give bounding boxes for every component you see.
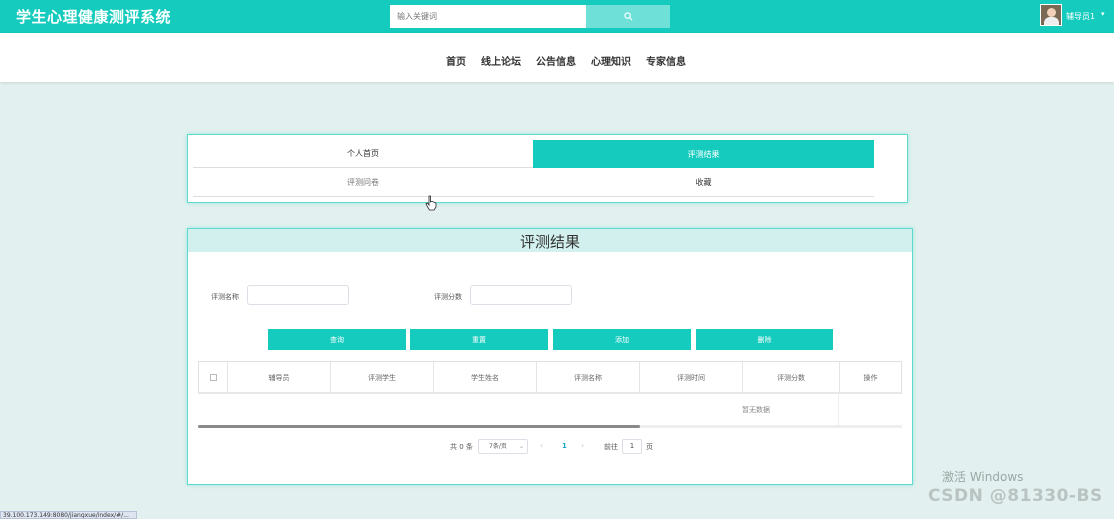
col-header-score[interactable]: 评测分数 [743,362,840,393]
col-header-actions: 操作 [863,373,878,382]
page-size-select[interactable]: 7条/页 ⌄ [478,439,528,454]
page-size-value: 7条/页 [489,443,507,450]
select-all-checkbox[interactable] [209,374,217,381]
filter-name-input[interactable] [247,285,349,305]
hand-cursor-icon [425,195,437,211]
avatar-body [1044,17,1059,25]
search-button[interactable] [586,5,670,28]
tab-favorites[interactable]: 收藏 [533,168,874,197]
nav-item-home[interactable]: 首页 [446,53,466,68]
filter-score-input[interactable] [470,285,572,305]
panel-header: 评测结果 [188,229,912,252]
col-header-student-name[interactable]: 学生姓名 [434,362,537,393]
panel-title: 评测结果 [519,233,580,251]
csdn-watermark: CSDN @81330-BS [928,486,1103,506]
center-tabs-card: 个人首页 评测结果 评测问卷 收藏 [187,134,908,203]
table-header-row: 辅导员 评测学生 学生姓名 评测名称 评测时间 评测分数 操作 [198,361,902,394]
nav-item-knowledge[interactable]: 心理知识 [591,53,631,68]
scrollbar-thumb[interactable] [198,425,640,428]
nav-item-announcements[interactable]: 公告信息 [536,53,576,68]
select-all-cell [199,362,228,393]
search-input[interactable] [390,5,586,28]
reset-button[interactable]: 重置 [410,329,548,350]
goto-label: 前往 [604,443,618,451]
results-panel: 评测结果 评测名称 评测分数 查询 重置 添加 删除 辅导员 评测学生 学生姓名… [187,228,913,485]
goto-unit: 页 [646,443,653,451]
tab-results[interactable]: 评测结果 [533,140,874,168]
results-table: 辅导员 评测学生 学生姓名 评测名称 评测时间 评测分数 操作 暂无数据 [198,361,902,428]
avatar[interactable] [1040,4,1062,26]
chevron-down-icon: ⌄ [519,443,525,450]
table-empty-text: 暂无数据 [742,406,770,414]
goto-page-input[interactable]: 1 [622,439,642,454]
filter-name-label: 评测名称 [211,293,239,301]
avatar-face [1047,8,1056,17]
page-number-current[interactable]: 1 [562,442,567,450]
col-header-test-time[interactable]: 评测时间 [640,362,743,393]
main-nav: 首页 线上论坛 公告信息 心理知识 专家信息 [0,33,1114,82]
query-button[interactable]: 查询 [268,329,406,350]
table-horizontal-scrollbar[interactable] [198,425,902,428]
prev-page-button[interactable]: ‹ [540,441,543,450]
nav-list: 首页 线上论坛 公告信息 心理知识 专家信息 [446,53,701,68]
next-page-button[interactable]: › [581,441,584,450]
col-header-student[interactable]: 评测学生 [331,362,434,393]
col-header-counselor[interactable]: 辅导员 [228,362,331,393]
nav-item-forum[interactable]: 线上论坛 [481,53,521,68]
app-title: 学生心理健康测评系统 [16,8,172,26]
delete-button[interactable]: 删除 [696,329,833,350]
username[interactable]: 辅导员1 [1066,11,1095,22]
search-icon [623,12,632,21]
tab-profile[interactable]: 个人首页 [193,140,533,168]
status-bar-url: 39.100.173.149:8080/jiangxue/index/#/... [0,511,137,519]
pagination-total: 共 0 条 [450,443,473,451]
tab-questionnaire[interactable]: 评测问卷 [193,168,533,197]
windows-activation-watermark: 激活 Windows [942,470,1024,484]
col-header-test-name[interactable]: 评测名称 [537,362,640,393]
filter-score-label: 评测分数 [434,293,462,301]
chevron-down-icon[interactable]: ▾ [1101,10,1105,18]
add-button[interactable]: 添加 [553,329,691,350]
top-bar: 学生心理健康测评系统 辅导员1 ▾ [0,0,1114,33]
nav-item-experts[interactable]: 专家信息 [646,53,686,68]
actions-column-divider [838,394,839,426]
pagination: 共 0 条 7条/页 ⌄ ‹ 1 › 前往 1 页 [450,439,670,454]
